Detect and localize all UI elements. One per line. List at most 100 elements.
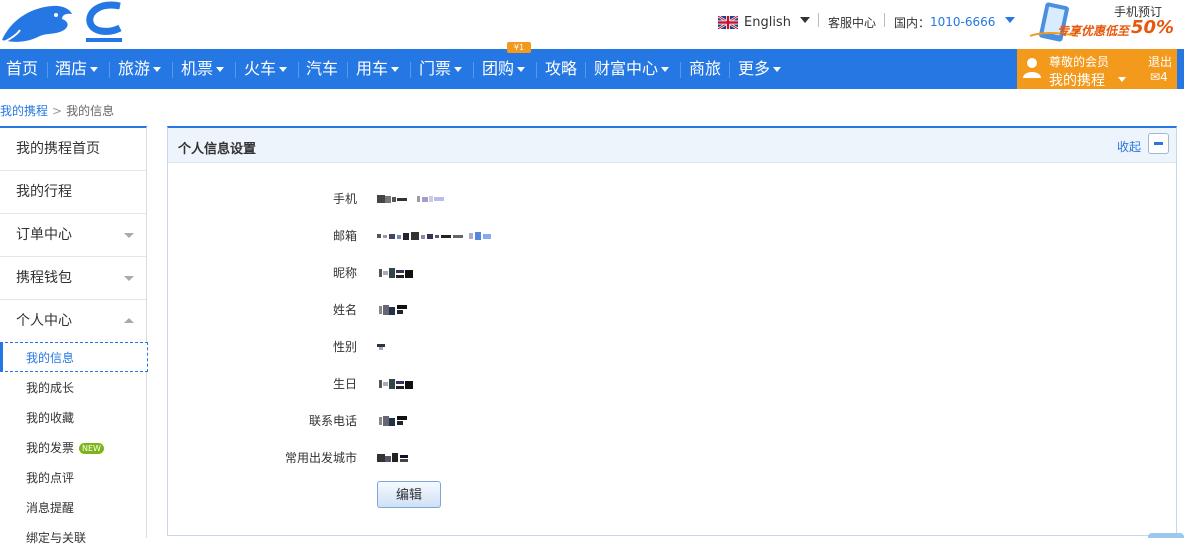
field-row-nickname: 昵称 bbox=[168, 263, 1176, 283]
redacted-value bbox=[379, 268, 413, 278]
field-row-email: 邮箱 bbox=[168, 226, 1176, 246]
chevron-down-icon bbox=[279, 67, 288, 72]
panel-title: 个人信息设置 bbox=[178, 142, 257, 157]
sidebar-subitem-label: 绑定与关联 bbox=[26, 531, 87, 545]
sidebar-item-orders[interactable]: 订单中心 bbox=[0, 214, 146, 257]
hotline-dropdown-icon[interactable] bbox=[1005, 17, 1015, 23]
util-divider bbox=[884, 13, 885, 27]
groupbuy-badge: ¥1 bbox=[507, 42, 531, 53]
uk-flag-icon bbox=[718, 15, 738, 29]
member-greeting: 尊敬的会员 bbox=[1049, 55, 1110, 69]
field-row-mobile: 手机 bbox=[168, 189, 1176, 209]
nav-guides[interactable]: 攻略 bbox=[545, 49, 577, 89]
nav-train[interactable]: 火车 bbox=[244, 49, 288, 89]
sidebar-subitem-growth[interactable]: 我的成长 bbox=[0, 373, 146, 403]
edit-button[interactable]: 编辑 bbox=[377, 481, 441, 508]
language-label: English bbox=[744, 14, 791, 30]
service-center-label: 客服中心 bbox=[828, 15, 877, 30]
sidebar-subitem-invoices[interactable]: 我的发票 NEW bbox=[0, 433, 146, 463]
floating-feedback-tab[interactable] bbox=[1148, 533, 1184, 538]
nav-groupbuy[interactable]: 团购 bbox=[482, 49, 526, 89]
sidebar-subitem-label: 我的发票 bbox=[26, 441, 75, 455]
sidebar-subitem-bindings[interactable]: 绑定与关联 bbox=[0, 523, 146, 553]
field-label: 性别 bbox=[332, 340, 357, 354]
chevron-down-icon bbox=[517, 67, 526, 72]
sidebar-subitem-label: 我的信息 bbox=[26, 351, 75, 365]
language-dropdown-icon[interactable] bbox=[800, 17, 810, 23]
nav-tickets[interactable]: 门票 bbox=[419, 49, 463, 89]
nav-divider bbox=[680, 62, 681, 78]
field-row-contact-phone: 联系电话 bbox=[168, 411, 1176, 431]
service-center-link[interactable]: 客服中心 bbox=[828, 0, 876, 44]
field-label: 联系电话 bbox=[308, 414, 357, 428]
nav-bus[interactable]: 汽车 bbox=[306, 49, 338, 89]
breadcrumb-root[interactable]: 我的携程 bbox=[0, 104, 48, 118]
promo-subtitle: 专享优惠低至 bbox=[1057, 24, 1130, 38]
nav-divider bbox=[298, 62, 299, 78]
nav-divider bbox=[473, 62, 474, 78]
nav-label: 团购 bbox=[482, 59, 515, 78]
sidebar-item-label: 订单中心 bbox=[16, 227, 72, 243]
nav-flights[interactable]: 机票 bbox=[181, 49, 225, 89]
chevron-down-icon bbox=[216, 67, 225, 72]
field-row-gender: 性别 bbox=[168, 337, 1176, 357]
chevron-down-icon[interactable] bbox=[1118, 77, 1126, 82]
nav-label: 汽车 bbox=[306, 59, 339, 78]
nav-divider bbox=[410, 62, 411, 78]
sidebar-subitem-favorites[interactable]: 我的收藏 bbox=[0, 403, 146, 433]
field-row-birthday: 生日 bbox=[168, 374, 1176, 394]
chevron-up-icon bbox=[124, 318, 134, 323]
hotline[interactable]: 国内： 1010-6666 bbox=[894, 0, 995, 44]
redacted-value bbox=[377, 232, 491, 240]
nav-divider bbox=[235, 62, 236, 78]
nav-divider bbox=[585, 62, 586, 78]
sidebar-subitem-reviews[interactable]: 我的点评 bbox=[0, 463, 146, 493]
sidebar-item-trips[interactable]: 我的行程 bbox=[0, 171, 146, 214]
field-label: 生日 bbox=[332, 377, 357, 391]
sidebar-item-personal-center[interactable]: 个人中心 bbox=[0, 300, 146, 343]
sidebar-item-label: 我的行程 bbox=[16, 184, 72, 200]
nav-label: 旅游 bbox=[118, 59, 151, 78]
nav-label: 财富中心 bbox=[594, 59, 659, 78]
nav-divider bbox=[47, 62, 48, 78]
redacted-value bbox=[377, 344, 385, 350]
breadcrumb-separator: > bbox=[52, 104, 63, 118]
nav-wealth[interactable]: 财富中心 bbox=[594, 49, 670, 89]
nav-label: 火车 bbox=[244, 59, 277, 78]
collapse-icon[interactable] bbox=[1148, 133, 1169, 154]
sidebar-subitem-notifications[interactable]: 消息提醒 bbox=[0, 493, 146, 523]
new-badge: NEW bbox=[79, 443, 104, 454]
nav-home[interactable]: 首页 bbox=[6, 49, 38, 89]
chevron-down-icon bbox=[773, 67, 782, 72]
redacted-value bbox=[379, 416, 407, 426]
ctrip-logo[interactable] bbox=[0, 0, 130, 46]
logout-link[interactable]: 退出 bbox=[1148, 53, 1172, 70]
my-ctrip-menu[interactable]: 我的携程 bbox=[1049, 70, 1105, 90]
sidebar-item-home[interactable]: 我的携程首页 bbox=[0, 128, 146, 171]
breadcrumb-current: 我的信息 bbox=[66, 104, 115, 118]
chevron-down-icon bbox=[153, 67, 162, 72]
nav-label: 商旅 bbox=[689, 59, 722, 78]
sidebar-subitem-label: 消息提醒 bbox=[26, 501, 75, 515]
nav-label: 酒店 bbox=[55, 59, 88, 78]
nav-travel[interactable]: 旅游 bbox=[118, 49, 162, 89]
nav-label: 门票 bbox=[419, 59, 452, 78]
mail-icon: ✉ bbox=[1150, 70, 1161, 84]
sidebar-item-wallet[interactable]: 携程钱包 bbox=[0, 257, 146, 300]
redacted-value bbox=[377, 453, 408, 462]
sidebar-item-label: 个人中心 bbox=[16, 313, 72, 329]
nav-business[interactable]: 商旅 bbox=[689, 49, 721, 89]
nav-divider bbox=[536, 62, 537, 78]
sidebar-subitem-my-info[interactable]: 我的信息 bbox=[0, 342, 148, 372]
nav-hotel[interactable]: 酒店 bbox=[55, 49, 99, 89]
language-switch[interactable]: English bbox=[718, 0, 791, 44]
mail-indicator[interactable]: ✉4 bbox=[1150, 70, 1168, 84]
chevron-down-icon bbox=[124, 276, 134, 281]
nav-car-rental[interactable]: 用车 bbox=[356, 49, 400, 89]
collapse-link[interactable]: 收起 bbox=[1117, 138, 1141, 155]
chevron-down-icon bbox=[124, 233, 134, 238]
nav-divider bbox=[172, 62, 173, 78]
user-icon bbox=[1023, 58, 1041, 78]
redacted-value bbox=[379, 379, 413, 389]
nav-more[interactable]: 更多 bbox=[738, 49, 782, 89]
